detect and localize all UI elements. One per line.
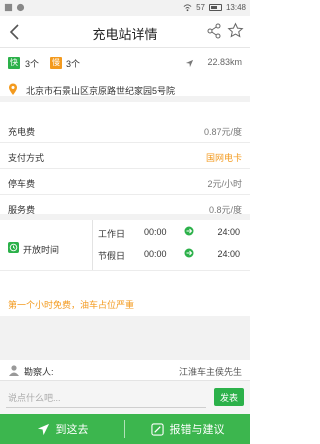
fee-label: 支付方式 xyxy=(8,153,45,163)
fee-value: 0.87元/度 xyxy=(203,127,242,137)
fee-row-parking: 停车费 2元/小时 xyxy=(0,169,250,195)
user-avatar-icon xyxy=(9,365,19,376)
fee-label: 充电费 xyxy=(8,127,36,137)
signal-strength: 57 xyxy=(196,3,205,12)
opening-hours-label: 开放时间 xyxy=(23,245,60,255)
reviewer-name: 江淮车主侯先生 xyxy=(178,367,242,377)
slow-charger-tag: 慢 xyxy=(50,57,62,69)
comment-composer: 发表 xyxy=(0,380,250,414)
comment-input[interactable] xyxy=(6,388,206,408)
hours-row-workday: 工作日 00:00 24:00 xyxy=(98,224,248,242)
fee-value: 国网电卡 xyxy=(205,153,242,163)
report-error-button[interactable]: 报错与建议 xyxy=(125,414,250,444)
arrow-circle-icon xyxy=(184,226,194,236)
navigate-here-button[interactable]: 到这去 xyxy=(0,414,125,444)
navigate-label: 到这去 xyxy=(55,424,89,436)
share-icon[interactable] xyxy=(206,23,222,39)
station-address: 北京市石景山区京原路世纪家园5号院 xyxy=(26,86,176,96)
divider xyxy=(0,270,250,271)
edit-icon xyxy=(150,422,164,436)
distance: 22.83km xyxy=(207,57,242,67)
address-row[interactable]: 北京市石景山区京原路世纪家园5号院 xyxy=(0,80,250,102)
hours-row-holiday: 节假日 00:00 24:00 xyxy=(98,246,248,264)
location-pin-icon xyxy=(9,83,17,95)
blank-area xyxy=(0,316,250,360)
battery-icon xyxy=(208,4,222,11)
fee-row-payment: 支付方式 国网电卡 xyxy=(0,143,250,169)
notification-icon xyxy=(4,3,13,12)
arrow-circle-icon xyxy=(184,248,194,258)
slow-charger-count: 3个 xyxy=(66,59,81,69)
day-type: 工作日 xyxy=(98,229,126,239)
fee-row-charging: 充电费 0.87元/度 xyxy=(0,117,250,143)
opening-hours: 开放时间 工作日 00:00 24:00 节假日 00:00 24:00 xyxy=(0,214,250,290)
reviewer-row: 勘察人: 江淮车主侯先生 xyxy=(0,360,250,380)
fast-charger-count: 3个 xyxy=(25,59,40,69)
day-type: 节假日 xyxy=(98,251,126,261)
end-time: 24:00 xyxy=(217,227,240,237)
navigation-arrow-icon xyxy=(185,59,194,68)
bottom-actions: 到这去 报错与建议 xyxy=(0,414,250,444)
wifi-icon xyxy=(183,4,192,12)
start-time: 00:00 xyxy=(144,249,167,259)
status-bar: 57 13:48 xyxy=(0,0,250,16)
report-label: 报错与建议 xyxy=(169,424,225,436)
fast-charger-tag: 快 xyxy=(8,57,20,69)
charger-counts: 快 3个 慢 3个 22.83km xyxy=(0,52,250,74)
send-button[interactable]: 发表 xyxy=(214,388,244,406)
divider xyxy=(92,220,93,270)
navigation-arrow-icon xyxy=(37,423,49,435)
start-time: 00:00 xyxy=(144,227,167,237)
favorite-star-icon[interactable] xyxy=(227,22,244,39)
header: 充电站详情 xyxy=(0,16,250,48)
fee-value: 2元/小时 xyxy=(207,179,242,189)
station-notice: 第一个小时免费，油车占位严重 xyxy=(8,300,135,310)
reviewer-label: 勘察人: xyxy=(24,367,54,377)
fee-label: 停车费 xyxy=(8,179,36,189)
chat-icon xyxy=(16,3,25,12)
clock-time: 13:48 xyxy=(225,3,246,12)
clock-icon xyxy=(8,242,19,253)
end-time: 24:00 xyxy=(217,249,240,259)
